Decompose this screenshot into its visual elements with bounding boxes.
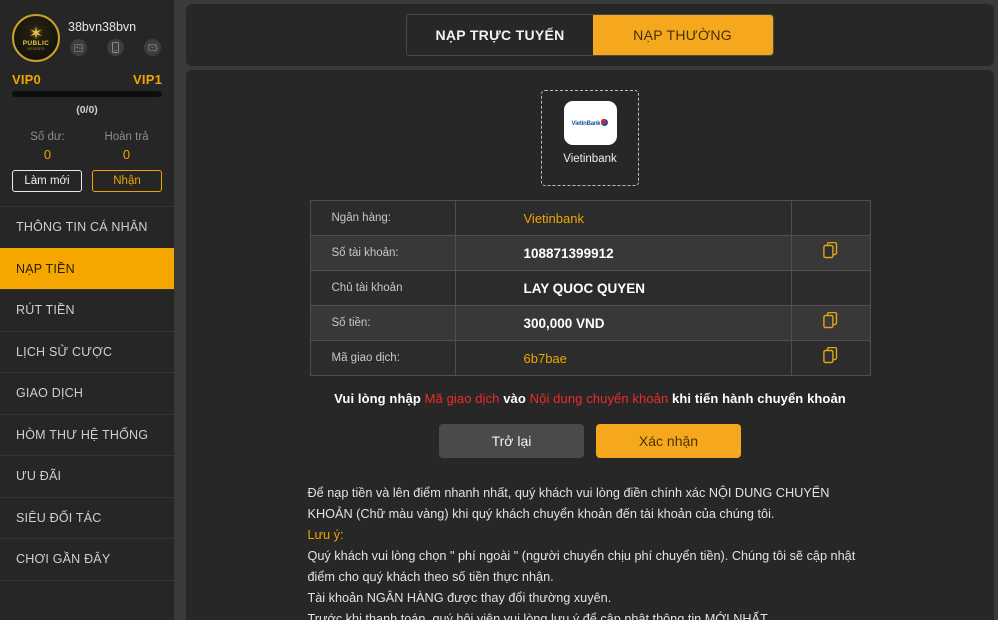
app-root: ✶ PUBLIC MEMBER 38bvn38bvn VIP0 VIP1 (0/… (0, 0, 998, 620)
stat-rebate-label: Hoàn trả (104, 131, 149, 143)
instruction-note-label: Lưu ý: (307, 528, 344, 542)
profile-header: ✶ PUBLIC MEMBER 38bvn38bvn (12, 14, 162, 62)
sidebar-item-bet-history[interactable]: LỊCH SỬ CƯỢC (0, 330, 174, 373)
deposit-info-table: Ngân hàng: Vietinbank Số tài khoản: 1088… (309, 200, 871, 376)
row-copy-transaction-code[interactable] (790, 340, 871, 376)
sidebar-item-promotions[interactable]: ƯU ĐÃI (0, 455, 174, 497)
sidebar-nav: THÔNG TIN CÁ NHÂN NẠP TIỀN RÚT TIỀN LỊCH… (0, 206, 174, 620)
notice-part-3: khi tiến hành chuyển khoản (668, 391, 846, 406)
profile-block: ✶ PUBLIC MEMBER 38bvn38bvn (0, 0, 174, 62)
table-row: Chủ tài khoản LAY QUOC QUYEN (309, 270, 871, 306)
avatar: ✶ PUBLIC MEMBER (12, 14, 60, 62)
tab-bar-panel: NẠP TRỰC TUYẾN NẠP THƯỜNG (186, 4, 994, 66)
sidebar: ✶ PUBLIC MEMBER 38bvn38bvn VIP0 VIP1 (0/… (0, 0, 174, 620)
avatar-rank-sublabel: MEMBER (27, 46, 45, 51)
stats-row: Số dư: 0 Hoàn trả 0 (0, 116, 174, 164)
claim-button[interactable]: Nhận (92, 170, 162, 192)
vietinbank-logo-icon: VietinBank (563, 101, 617, 145)
instruction-line-1: Để nạp tiền và lên điểm nhanh nhất, quý … (307, 486, 830, 521)
tab-normal-deposit[interactable]: NẠP THƯỜNG (592, 15, 773, 55)
sidebar-item-super-partner[interactable]: SIÊU ĐỐI TÁC (0, 496, 174, 539)
row-copy-account-number[interactable] (790, 235, 871, 271)
row-value-account-number: 108871399912 (454, 235, 792, 271)
confirm-button[interactable]: Xác nhận (596, 424, 741, 458)
verify-badge-row (68, 39, 162, 56)
avatar-rank-label: PUBLIC (22, 39, 50, 47)
row-value-transaction-code: 6b7bae (454, 340, 792, 376)
stat-rebate: Hoàn trả 0 (87, 129, 166, 164)
bank-card-wrap: VietinBank Vietinbank (186, 82, 994, 186)
table-row: Số tiền: 300,000 VND (309, 305, 871, 341)
table-row: Mã giao dịch: 6b7bae (309, 340, 871, 376)
notice-part-1: Vui lòng nhập (334, 391, 425, 406)
deposit-instructions: Để nạp tiền và lên điểm nhanh nhất, quý … (308, 483, 873, 620)
instruction-line-3: Quý khách vui lòng chọn " phí ngoài " (n… (307, 549, 856, 584)
star-icon: ✶ (28, 23, 44, 43)
copy-icon[interactable] (823, 311, 838, 329)
id-card-icon[interactable] (70, 39, 87, 56)
notice-part-2: vào (499, 391, 530, 406)
sidebar-item-personal-info[interactable]: THÔNG TIN CÁ NHÂN (0, 206, 174, 248)
row-value-account-holder: LAY QUOC QUYEN (454, 270, 792, 306)
copy-icon[interactable] (823, 346, 838, 364)
main-column: NẠP TRỰC TUYẾN NẠP THƯỜNG VietinBank Vie… (174, 0, 998, 620)
tab-online-deposit[interactable]: NẠP TRỰC TUYẾN (407, 15, 593, 55)
sidebar-item-withdraw[interactable]: RÚT TIỀN (0, 289, 174, 331)
copy-icon[interactable] (823, 241, 838, 259)
vip-row: VIP0 VIP1 (0, 62, 174, 87)
username-label: 38bvn38bvn (68, 20, 137, 34)
row-label-account-number: Số tài khoản: (309, 235, 456, 271)
vip-progress-wrap (0, 87, 174, 97)
row-label-account-holder: Chủ tài khoản (309, 270, 456, 306)
email-verify-icon[interactable] (144, 39, 161, 56)
deposit-content-panel: VietinBank Vietinbank Ngân hàng: Vietinb… (186, 70, 994, 620)
vietinbank-logo-text: VietinBank (571, 121, 601, 127)
sidebar-item-transactions[interactable]: GIAO DỊCH (0, 372, 174, 414)
sidebar-item-recently-played[interactable]: CHƠI GẦN ĐÂY (0, 538, 174, 580)
action-button-row: Trở lại Xác nhận (186, 424, 994, 458)
row-label-bank: Ngân hàng: (309, 200, 456, 236)
vip-current-label: VIP0 (12, 72, 41, 87)
sidebar-item-deposit[interactable]: NẠP TIỀN (0, 247, 174, 289)
row-label-transaction-code: Mã giao dịch: (309, 340, 456, 376)
bank-card-vietinbank[interactable]: VietinBank Vietinbank (541, 90, 639, 186)
phone-icon[interactable] (107, 39, 124, 56)
table-row: Ngân hàng: Vietinbank (309, 200, 871, 236)
sidebar-item-system-mail[interactable]: HÒM THƯ HỆ THỐNG (0, 413, 174, 456)
notice-highlight-2: Nội dung chuyển khoản (529, 391, 669, 406)
row-copy-bank (790, 200, 871, 236)
transfer-notice: Vui lòng nhập Mã giao dịch vào Nội dung … (186, 391, 994, 406)
row-value-amount: 300,000 VND (454, 305, 792, 341)
stat-rebate-value: 0 (122, 147, 131, 162)
notice-highlight-1: Mã giao dịch (424, 391, 500, 406)
vip-next-label: VIP1 (133, 72, 162, 87)
stat-balance-label: Số dư: (30, 131, 65, 143)
row-copy-account-holder (790, 270, 871, 306)
stat-balance: Số dư: 0 (8, 129, 87, 164)
row-label-amount: Số tiền: (309, 305, 456, 341)
bank-card-name: Vietinbank (563, 153, 617, 165)
back-button[interactable]: Trở lại (439, 424, 584, 458)
row-value-bank: Vietinbank (454, 200, 792, 236)
refresh-button[interactable]: Làm mới (12, 170, 82, 192)
sidebar-button-row: Làm mới Nhận (0, 164, 174, 192)
sidebar-item-extra[interactable] (0, 579, 174, 620)
vip-progress-ratio: (0/0) (76, 104, 98, 116)
row-copy-amount[interactable] (790, 305, 871, 341)
instruction-line-4: Tài khoản NGÂN HÀNG được thay đổi thường… (307, 591, 612, 605)
table-row: Số tài khoản: 108871399912 (309, 235, 871, 271)
deposit-tabs: NẠP TRỰC TUYẾN NẠP THƯỜNG (406, 14, 774, 56)
vietinbank-logo-mark (601, 119, 609, 126)
instruction-line-5: Trước khi thanh toán, quý hội viên vui l… (307, 612, 768, 620)
stat-balance-value: 0 (43, 147, 52, 162)
profile-details: 38bvn38bvn (68, 20, 162, 56)
